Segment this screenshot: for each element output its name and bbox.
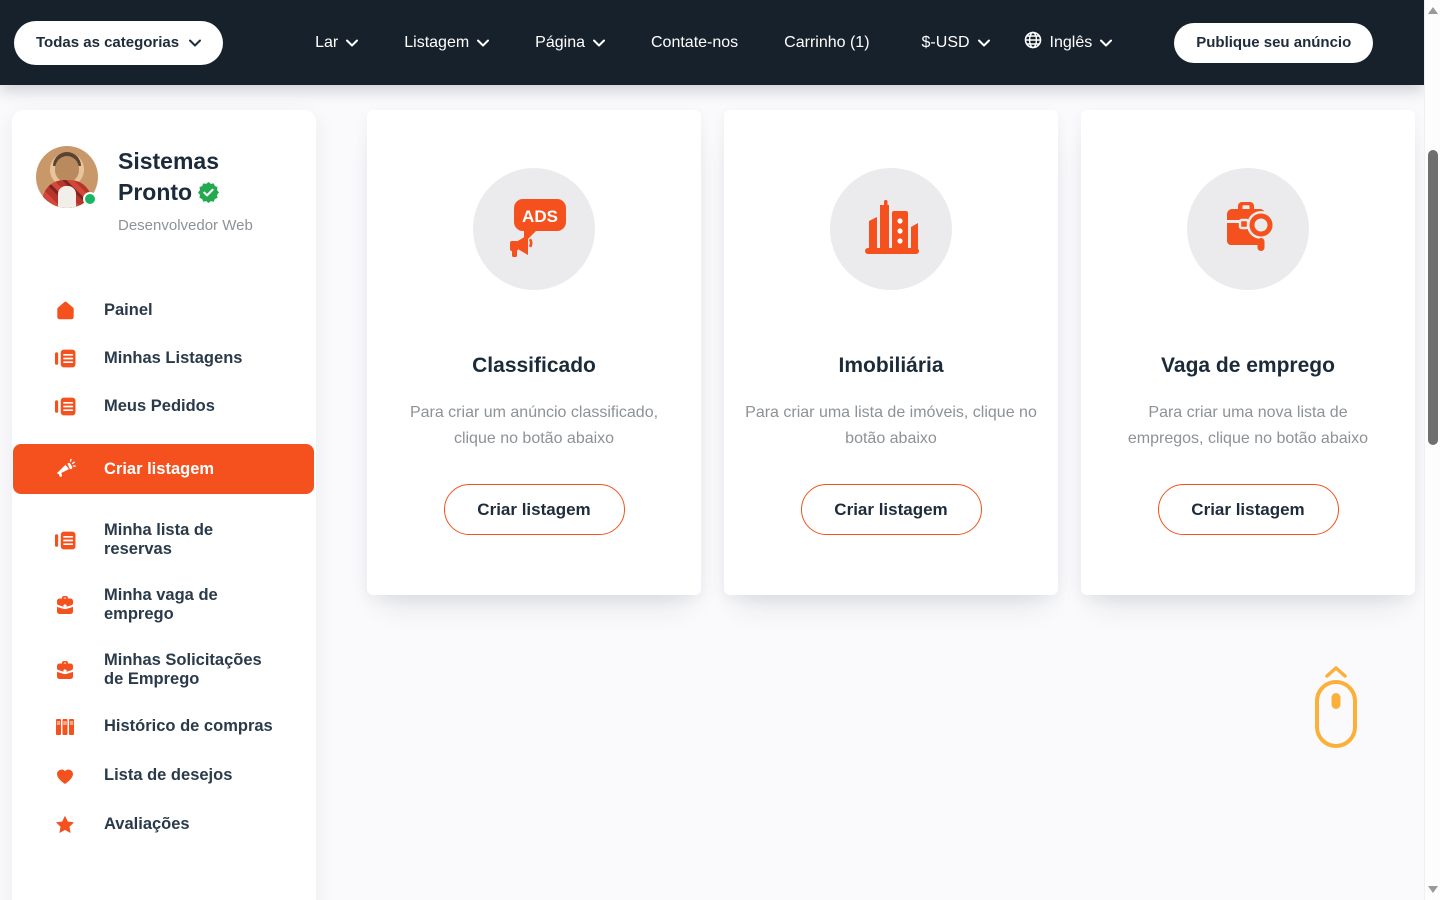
user-role: Desenvolvedor Web xyxy=(118,217,268,234)
nav-item-contact-label: Contate-nos xyxy=(651,34,738,52)
listing-icon xyxy=(54,348,76,369)
chevron-down-icon xyxy=(346,34,358,52)
card-vaga-emprego: Vaga de emprego Para criar uma nova list… xyxy=(1081,110,1415,595)
create-listing-button-realestate[interactable]: Criar listagem xyxy=(801,484,982,535)
publish-ad-button[interactable]: Publique seu anúncio xyxy=(1174,23,1373,63)
sidebar-item-lista-reservas[interactable]: Minha lista de reservas xyxy=(36,521,292,559)
scrollbar-up-arrow[interactable] xyxy=(1428,7,1438,14)
ads-megaphone-icon: ADS xyxy=(473,168,595,290)
scrollbar-thumb[interactable] xyxy=(1428,150,1438,445)
nav-links: Lar Listagem Página Contate-nos Carrinho… xyxy=(315,34,869,52)
language-label: Inglês xyxy=(1050,34,1093,52)
listing-icon xyxy=(54,396,76,417)
user-name: Sistemas Pronto xyxy=(118,146,268,211)
chevron-down-icon xyxy=(593,34,605,52)
sidebar-item-historico-compras[interactable]: Histórico de compras xyxy=(36,716,292,738)
all-categories-button[interactable]: Todas as categorias xyxy=(14,21,223,65)
nav-item-page[interactable]: Página xyxy=(535,34,605,52)
avatar xyxy=(36,146,98,208)
nav-item-page-label: Página xyxy=(535,34,585,52)
create-listing-cards: ADS Classificado Para criar um anúncio c… xyxy=(367,110,1415,595)
nav-item-cart-label: Carrinho (1) xyxy=(784,34,869,52)
currency-label: $-USD xyxy=(922,34,970,52)
all-categories-label: Todas as categorias xyxy=(36,34,179,51)
nav-item-cart[interactable]: Carrinho (1) xyxy=(784,34,869,52)
nav-item-listing-label: Listagem xyxy=(404,34,469,52)
sidebar-item-criar-listagem[interactable]: Criar listagem xyxy=(13,444,314,494)
publish-ad-label: Publique seu anúncio xyxy=(1196,34,1351,51)
create-listing-button-classified[interactable]: Criar listagem xyxy=(444,484,625,535)
chevron-down-icon xyxy=(189,34,201,51)
briefcase-search-icon xyxy=(1187,168,1309,290)
online-status-dot xyxy=(83,192,97,206)
card-title: Classificado xyxy=(472,354,596,378)
sidebar-menu: Painel Minhas Listagens Meus Pedidos Cri… xyxy=(36,300,292,836)
megaphone-icon xyxy=(54,458,76,480)
sidebar-item-solicitacoes-emprego[interactable]: Minhas Solicitações de Emprego xyxy=(36,651,292,689)
nav-item-contact[interactable]: Contate-nos xyxy=(651,34,738,52)
star-icon xyxy=(54,814,76,836)
card-classificado: ADS Classificado Para criar um anúncio c… xyxy=(367,110,701,595)
listing-icon xyxy=(54,530,76,551)
card-description: Para criar uma nova lista de empregos, c… xyxy=(1115,400,1381,452)
sidebar-item-avaliacoes[interactable]: Avaliações xyxy=(36,814,292,836)
scrollbar-down-arrow[interactable] xyxy=(1428,886,1438,893)
nav-right-group: $-USD Inglês Publique seu anúncio xyxy=(922,23,1374,63)
nav-item-home-label: Lar xyxy=(315,34,338,52)
heart-icon xyxy=(54,765,76,787)
buildings-icon xyxy=(830,168,952,290)
scroll-to-top-mouse-icon[interactable] xyxy=(1313,666,1359,755)
briefcase-icon xyxy=(54,659,76,681)
nav-item-listing[interactable]: Listagem xyxy=(404,34,489,52)
user-profile: Sistemas Pronto Desenvolvedor Web xyxy=(36,146,292,234)
chevron-down-icon xyxy=(978,34,990,52)
create-listing-button-job[interactable]: Criar listagem xyxy=(1158,484,1339,535)
nav-item-home[interactable]: Lar xyxy=(315,34,358,52)
verified-badge-icon xyxy=(198,180,219,211)
card-imobiliaria: Imobiliária Para criar uma lista de imóv… xyxy=(724,110,1058,595)
card-description: Para criar uma lista de imóveis, clique … xyxy=(743,400,1039,452)
sidebar-item-meus-pedidos[interactable]: Meus Pedidos xyxy=(36,396,292,417)
chevron-down-icon xyxy=(1100,34,1112,52)
sidebar-item-minha-vaga[interactable]: Minha vaga de emprego xyxy=(36,586,292,624)
svg-text:ADS: ADS xyxy=(522,207,558,226)
card-title: Imobiliária xyxy=(838,354,943,378)
home-icon xyxy=(54,300,76,321)
card-title: Vaga de emprego xyxy=(1161,354,1335,378)
briefcase-icon xyxy=(54,594,76,616)
sidebar-item-minhas-listagens[interactable]: Minhas Listagens xyxy=(36,348,292,369)
user-sidebar: Sistemas Pronto Desenvolvedor Web Painel… xyxy=(12,110,316,900)
top-navigation-bar: Todas as categorias Lar Listagem Página … xyxy=(0,0,1424,85)
page-scrollbar[interactable] xyxy=(1424,0,1440,900)
sidebar-item-painel[interactable]: Painel xyxy=(36,300,292,321)
sidebar-item-lista-desejos[interactable]: Lista de desejos xyxy=(36,765,292,787)
globe-icon xyxy=(1024,31,1042,54)
card-description: Para criar um anúncio classificado, cliq… xyxy=(394,400,674,452)
chevron-down-icon xyxy=(477,34,489,52)
currency-selector[interactable]: $-USD xyxy=(922,34,990,52)
language-selector[interactable]: Inglês xyxy=(1024,31,1113,54)
books-icon xyxy=(54,716,76,738)
